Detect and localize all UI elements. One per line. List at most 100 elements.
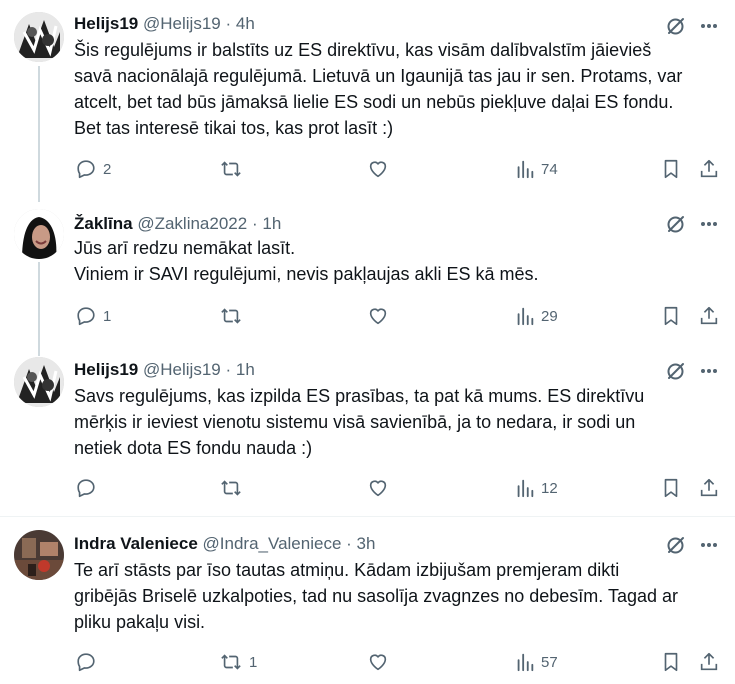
bookmark-button[interactable] xyxy=(660,304,682,328)
text-line: Savs regulējums, kas izpilda ES prasības… xyxy=(74,386,645,406)
action-bar: 2 74 xyxy=(0,157,735,181)
tweet-1[interactable]: Helijs19 @Helijs19 · 4h Šis regulējums i… xyxy=(0,0,735,202)
avatar[interactable] xyxy=(14,357,64,407)
more-options-icon[interactable] xyxy=(697,533,721,557)
reply-icon xyxy=(77,479,95,498)
reply-icon xyxy=(77,160,95,179)
views-count: 74 xyxy=(541,160,558,178)
user-handle[interactable]: @Helijs19 xyxy=(143,360,221,379)
display-name[interactable]: Indra Valeniece xyxy=(74,534,198,553)
action-bar: 1 57 xyxy=(0,650,735,674)
views-count: 29 xyxy=(541,307,558,325)
repost-icon xyxy=(221,308,241,324)
share-icon xyxy=(700,652,718,671)
more-options-icon[interactable] xyxy=(697,359,721,383)
tweet-text: Jūs arī redzu nemākat lasīt. Viniem ir S… xyxy=(74,235,724,287)
tweet-header: Helijs19 @Helijs19 · 1h xyxy=(74,359,255,381)
tweet-header: Indra Valeniece @Indra_Valeniece · 3h xyxy=(74,533,375,555)
reply-button[interactable]: 1 xyxy=(75,304,111,328)
bookmark-icon xyxy=(664,159,678,179)
share-button[interactable] xyxy=(698,650,720,674)
views-button[interactable]: 74 xyxy=(515,157,558,181)
reply-count: 1 xyxy=(103,307,112,325)
text-line: gribējās Briselē uzkalpoties, tad nu sas… xyxy=(74,586,679,606)
grok-icon[interactable] xyxy=(664,14,688,38)
text-line: Bet tas interesē tikai tos, kas prot las… xyxy=(74,118,394,138)
reply-button[interactable] xyxy=(75,650,103,674)
user-handle[interactable]: @Zaklina2022 xyxy=(137,214,247,233)
timestamp[interactable]: 1h xyxy=(236,360,255,379)
heart-icon xyxy=(369,480,387,497)
text-line: netiek dota ES fondu nauda :) xyxy=(74,438,313,458)
analytics-icon xyxy=(517,479,534,498)
separator-dot: · xyxy=(346,534,352,553)
repost-count: 1 xyxy=(249,653,258,671)
views-count: 57 xyxy=(541,653,558,671)
repost-icon xyxy=(221,161,241,177)
repost-button[interactable] xyxy=(219,476,249,500)
bookmark-button[interactable] xyxy=(660,650,682,674)
display-name[interactable]: Helijs19 xyxy=(74,360,138,379)
reply-icon xyxy=(77,307,95,326)
text-line: Jūs arī redzu nemākat lasīt. xyxy=(74,238,296,258)
tweet-3[interactable]: Helijs19 @Helijs19 · 1h Savs regulējums,… xyxy=(0,355,735,515)
like-button[interactable] xyxy=(367,304,395,328)
like-button[interactable] xyxy=(367,157,395,181)
like-button[interactable] xyxy=(367,650,395,674)
reply-button[interactable]: 2 xyxy=(75,157,111,181)
avatar[interactable] xyxy=(14,12,64,62)
more-options-icon[interactable] xyxy=(697,212,721,236)
share-icon xyxy=(700,478,718,497)
analytics-icon xyxy=(517,653,534,672)
timestamp[interactable]: 4h xyxy=(236,14,255,33)
user-handle[interactable]: @Indra_Valeniece xyxy=(203,534,342,553)
reply-button[interactable] xyxy=(75,476,103,500)
reply-count: 2 xyxy=(103,160,112,178)
repost-button[interactable]: 1 xyxy=(219,650,257,674)
separator-dot: · xyxy=(225,14,232,33)
share-icon xyxy=(700,306,718,325)
bookmark-icon xyxy=(664,306,678,326)
like-button[interactable] xyxy=(367,476,395,500)
grok-icon[interactable] xyxy=(664,212,688,236)
display-name[interactable]: Helijs19 xyxy=(74,14,138,33)
share-button[interactable] xyxy=(698,304,720,328)
avatar[interactable] xyxy=(14,209,64,259)
bookmark-icon xyxy=(664,478,678,498)
repost-icon xyxy=(221,480,241,496)
tweet-header: Helijs19 @Helijs19 · 4h xyxy=(74,13,255,35)
heart-icon xyxy=(369,654,387,671)
repost-button[interactable] xyxy=(219,304,249,328)
text-line: savā nacionālajā regulējumā. Lietuvā un … xyxy=(74,66,683,86)
separator-dot: · xyxy=(251,214,258,233)
repost-button[interactable] xyxy=(219,157,249,181)
timestamp[interactable]: 1h xyxy=(262,214,281,233)
text-line: pliku pakaļu visi. xyxy=(74,612,206,632)
share-button[interactable] xyxy=(698,476,720,500)
views-count: 12 xyxy=(541,479,558,497)
grok-icon[interactable] xyxy=(664,359,688,383)
more-options-icon[interactable] xyxy=(697,14,721,38)
views-button[interactable]: 29 xyxy=(515,304,558,328)
grok-icon[interactable] xyxy=(664,533,688,557)
views-button[interactable]: 57 xyxy=(515,650,558,674)
avatar[interactable] xyxy=(14,530,64,580)
repost-icon xyxy=(221,654,241,670)
tweet-4[interactable]: Indra Valeniece @Indra_Valeniece · 3h Te… xyxy=(0,517,735,684)
heart-icon xyxy=(369,308,387,325)
tweet-text: Šis regulējums ir balstīts uz ES direktī… xyxy=(74,37,724,141)
heart-icon xyxy=(369,161,387,178)
text-line: Šis regulējums ir balstīts uz ES direktī… xyxy=(74,40,652,60)
analytics-icon xyxy=(517,307,534,326)
text-line: mērķis ir ieviest vienotu sistemu visā s… xyxy=(74,412,636,432)
timestamp[interactable]: 3h xyxy=(357,534,376,553)
display-name[interactable]: Žaklīna xyxy=(74,214,133,233)
action-bar: 12 xyxy=(0,476,735,500)
bookmark-button[interactable] xyxy=(660,157,682,181)
bookmark-icon xyxy=(664,652,678,672)
share-button[interactable] xyxy=(698,157,720,181)
tweet-2[interactable]: Žaklīna @Zaklina2022 · 1h Jūs arī redzu … xyxy=(0,202,735,356)
bookmark-button[interactable] xyxy=(660,476,682,500)
views-button[interactable]: 12 xyxy=(515,476,558,500)
user-handle[interactable]: @Helijs19 xyxy=(143,14,221,33)
